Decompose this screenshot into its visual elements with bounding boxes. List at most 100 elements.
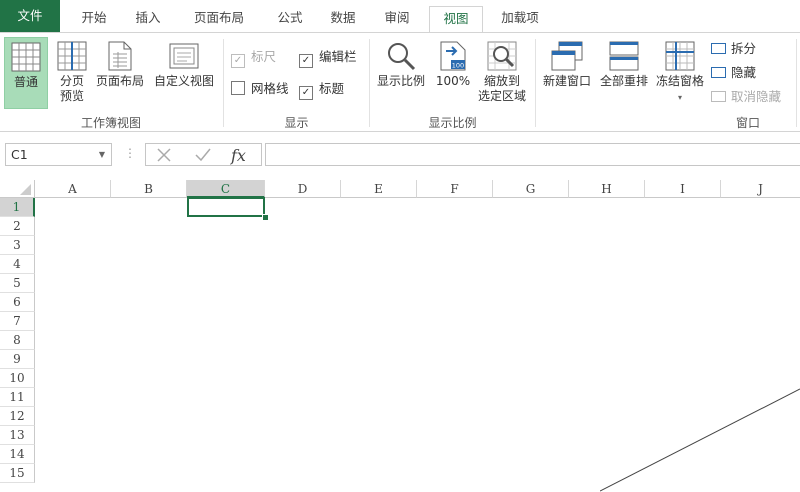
zoom-selection-label-1: 缩放到 — [483, 74, 520, 88]
tab-review[interactable]: 审阅 — [376, 6, 418, 32]
tab-file[interactable]: 文件 — [0, 0, 60, 32]
split-icon — [711, 43, 726, 54]
zoom-to-selection-icon — [487, 41, 517, 71]
row-header-14[interactable]: 14 — [0, 445, 35, 464]
page-break-preview-label-2: 预览 — [59, 89, 84, 103]
formula-bar-checkbox[interactable]: ✓ 编辑栏 — [299, 49, 357, 68]
row-header-10[interactable]: 10 — [0, 369, 35, 388]
select-all-corner[interactable] — [0, 180, 35, 198]
arrange-all-icon — [609, 41, 639, 71]
row-header-12[interactable]: 12 — [0, 407, 35, 426]
row-header-9[interactable]: 9 — [0, 350, 35, 369]
row-header-2[interactable]: 2 — [0, 217, 35, 236]
page-layout-icon — [108, 41, 132, 71]
group-label-zoom: 显示比例 — [428, 116, 477, 130]
column-header-g[interactable]: G — [493, 180, 569, 198]
zoom-100-badge: 100 — [452, 62, 464, 70]
column-header-b[interactable]: B — [111, 180, 187, 198]
column-header-d[interactable]: D — [265, 180, 341, 198]
arrange-all-button[interactable]: 全部重排 — [596, 37, 652, 109]
active-cell[interactable] — [187, 197, 265, 217]
fill-handle[interactable] — [262, 214, 269, 221]
zoom-label: 显示比例 — [376, 74, 425, 88]
tab-addins[interactable]: 加载项 — [493, 6, 547, 32]
headings-checkbox[interactable]: ✓ 标题 — [299, 81, 344, 100]
normal-view-icon — [11, 42, 41, 72]
unhide-label: 取消隐藏 — [731, 89, 782, 104]
column-header-e[interactable]: E — [341, 180, 417, 198]
column-header-j[interactable]: J — [721, 180, 800, 198]
ruler-checkbox[interactable]: ✓ 标尺 — [231, 49, 276, 68]
formula-input[interactable] — [265, 143, 800, 166]
page-layout-label: 页面布局 — [95, 74, 144, 88]
name-box-dropdown-icon[interactable]: ▼ — [99, 144, 105, 165]
zoom-100-icon: 100 — [440, 41, 466, 71]
new-window-label: 新建窗口 — [542, 74, 591, 88]
page-break-preview-label-1: 分页 — [59, 74, 84, 88]
tab-page-layout[interactable]: 页面布局 — [186, 6, 252, 32]
insert-function-icon[interactable]: fx — [230, 145, 254, 165]
name-box[interactable]: C1 ▼ — [5, 143, 112, 166]
page-layout-view-button[interactable]: 页面布局 — [93, 37, 147, 109]
normal-view-label: 普通 — [13, 75, 38, 89]
row-header-13[interactable]: 13 — [0, 426, 35, 445]
row-header-15[interactable]: 15 — [0, 464, 35, 483]
normal-view-button[interactable]: 普通 — [4, 37, 48, 109]
headings-check-icon: ✓ — [299, 86, 313, 100]
cancel-icon[interactable] — [156, 147, 172, 163]
row-header-11[interactable]: 11 — [0, 388, 35, 407]
tab-insert[interactable]: 插入 — [128, 6, 168, 32]
hide-icon — [711, 67, 726, 78]
zoom-button[interactable]: 显示比例 — [372, 37, 430, 109]
row-header-8[interactable]: 8 — [0, 331, 35, 350]
zoom-selection-label-2: 选定区域 — [477, 89, 526, 103]
row-header-4[interactable]: 4 — [0, 255, 35, 274]
svg-text:fx: fx — [230, 146, 246, 165]
row-header-7[interactable]: 7 — [0, 312, 35, 331]
split-button[interactable]: 拆分 — [711, 40, 756, 58]
gridlines-label: 网格线 — [251, 81, 289, 96]
column-header-h[interactable]: H — [569, 180, 645, 198]
column-header-a[interactable]: A — [35, 180, 111, 198]
diagonal-line-shape[interactable] — [600, 385, 800, 492]
zoom-to-selection-button[interactable]: 缩放到 选定区域 — [474, 37, 530, 109]
column-header-i[interactable]: I — [645, 180, 721, 198]
group-label-show: 显示 — [284, 116, 309, 130]
tab-view[interactable]: 视图 — [429, 6, 483, 33]
arrange-all-label: 全部重排 — [599, 74, 648, 88]
zoom-100-button[interactable]: 100 100% — [432, 37, 474, 109]
row-header-3[interactable]: 3 — [0, 236, 35, 255]
separator — [796, 39, 797, 127]
more-options-icon: ⋮ — [124, 146, 136, 160]
chevron-down-icon: ▾ — [677, 93, 682, 102]
tab-formulas[interactable]: 公式 — [270, 6, 310, 32]
unhide-icon — [711, 91, 726, 102]
group-label-window: 窗口 — [735, 116, 760, 130]
row-header-1[interactable]: 1 — [0, 198, 35, 217]
split-label: 拆分 — [731, 41, 757, 56]
custom-views-icon — [169, 43, 199, 69]
hide-button[interactable]: 隐藏 — [711, 64, 756, 82]
enter-icon[interactable] — [194, 147, 212, 163]
new-window-button[interactable]: 新建窗口 — [538, 37, 596, 109]
new-window-icon — [551, 41, 583, 71]
magnifier-icon — [388, 43, 416, 71]
row-header-6[interactable]: 6 — [0, 293, 35, 312]
ribbon-tab-bar: 文件 开始 插入 页面布局 公式 数据 审阅 视图 加载项 — [0, 0, 800, 33]
gridlines-checkbox[interactable]: 网格线 — [231, 81, 289, 97]
freeze-panes-icon — [665, 41, 695, 71]
freeze-panes-button[interactable]: 冻结窗格 ▾ — [652, 37, 708, 109]
custom-views-label: 自定义视图 — [153, 74, 214, 88]
unhide-button[interactable]: 取消隐藏 — [711, 88, 781, 106]
column-header-f[interactable]: F — [417, 180, 493, 198]
custom-views-button[interactable]: 自定义视图 — [150, 37, 218, 109]
row-header-5[interactable]: 5 — [0, 274, 35, 293]
tab-data[interactable]: 数据 — [323, 6, 363, 32]
column-header-c[interactable]: C — [187, 180, 265, 198]
tab-home[interactable]: 开始 — [74, 6, 114, 32]
page-break-preview-button[interactable]: 分页 预览 — [52, 37, 92, 109]
formula-bar-label: 编辑栏 — [319, 49, 357, 64]
ribbon: 普通 分页 预览 页面布局 自定义视图 工作簿视图 ✓ 标尺 ✓ 编辑栏 网格线… — [0, 32, 800, 132]
ruler-check-icon: ✓ — [231, 54, 245, 68]
freeze-panes-label: 冻结窗格 — [655, 74, 704, 88]
